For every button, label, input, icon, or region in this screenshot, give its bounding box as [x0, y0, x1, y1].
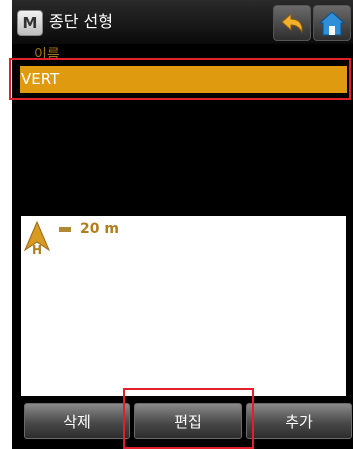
- home-icon: [318, 11, 346, 36]
- scale-label: 20 m: [80, 221, 119, 237]
- home-button[interactable]: [313, 5, 351, 41]
- app-menu-icon[interactable]: M: [17, 10, 43, 36]
- back-button[interactable]: [273, 5, 311, 41]
- alignment-preview: H 20 m: [21, 216, 346, 396]
- add-button[interactable]: 추가: [246, 403, 352, 439]
- list-item-selected[interactable]: VERT: [20, 66, 347, 93]
- list-item-label: VERT: [21, 70, 60, 88]
- alignment-list: 이름 VERT: [20, 44, 347, 209]
- north-arrow-label: H: [32, 243, 42, 256]
- app-frame: M 종단 선형 이름 VERT H 20 m 삭제 편집 추가: [12, 0, 353, 449]
- delete-button[interactable]: 삭제: [24, 403, 130, 439]
- north-arrow-icon: H: [23, 220, 51, 256]
- title-bar: M 종단 선형: [12, 0, 353, 44]
- back-arrow-icon: [281, 12, 303, 34]
- page-title: 종단 선형: [49, 12, 113, 31]
- list-column-header: 이름: [34, 47, 60, 63]
- app-icon-letter: M: [22, 14, 38, 32]
- edit-button[interactable]: 편집: [134, 403, 242, 439]
- scale-bar: [59, 227, 71, 232]
